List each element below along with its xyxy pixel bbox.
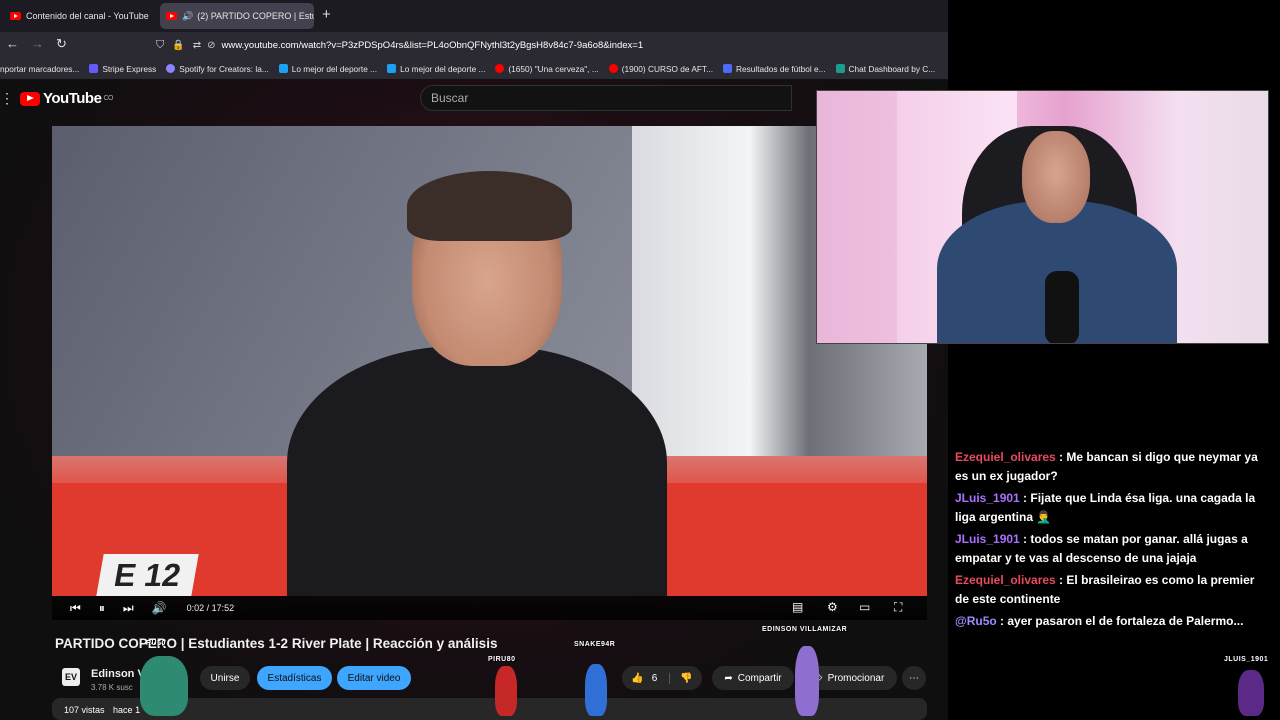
settings-gear-icon[interactable]: ⚙ bbox=[827, 600, 838, 614]
youtube-play-icon bbox=[20, 91, 40, 106]
bookmark-item[interactable]: nportar marcadores... bbox=[0, 64, 79, 74]
join-button[interactable]: Unirse bbox=[200, 666, 250, 690]
chat-message: Ezequiel_olivares : Me bancan si digo qu… bbox=[955, 450, 1258, 483]
tab-channel-content[interactable]: Contenido del canal - YouTube ✕ bbox=[4, 3, 156, 29]
chat-username: JLuis_1901 bbox=[955, 532, 1020, 546]
pause-icon[interactable]: ⏸ bbox=[99, 601, 105, 616]
stripe-icon bbox=[89, 64, 99, 73]
youtube-logo[interactable]: YouTube CO bbox=[20, 90, 113, 107]
channel-name[interactable]: Edinson V bbox=[91, 668, 145, 680]
edit-video-button[interactable]: Editar video bbox=[337, 666, 411, 690]
upload-time: hace 1 bbox=[113, 705, 141, 715]
stats-button[interactable]: Estadísticas bbox=[257, 666, 332, 690]
speaker-icon[interactable]: 🔊 bbox=[182, 11, 193, 22]
like-dislike-button[interactable]: 👍 6 👎 bbox=[622, 666, 702, 690]
theater-mode-icon[interactable]: ▭ bbox=[859, 600, 870, 614]
video-player[interactable]: E 12 bbox=[52, 126, 927, 596]
close-tab-icon[interactable]: ✕ bbox=[149, 10, 156, 23]
bookmarks-bar: nportar marcadores... Stripe Express Spo… bbox=[0, 58, 948, 80]
chat-message: Ezequiel_olivares : El brasileirao es co… bbox=[955, 573, 1255, 606]
chat-username: Ezequiel_olivares bbox=[955, 450, 1056, 464]
chat-username: Ezequiel_olivares bbox=[955, 573, 1056, 587]
channel-watermark: E 12 bbox=[96, 554, 199, 596]
browser-tab-bar: Contenido del canal - YouTube ✕ 🔊 (2) PA… bbox=[0, 0, 948, 32]
youtube-favicon-icon bbox=[608, 64, 618, 73]
chat-text: ayer pasaron el de fortaleza de Palermo.… bbox=[1007, 614, 1244, 628]
sprite-label: SNAKE94R bbox=[574, 641, 616, 648]
video-presenter-body bbox=[287, 346, 667, 596]
sprite-character-icon bbox=[1238, 670, 1264, 716]
bookmark-item[interactable]: Resultados de fútbol e... bbox=[723, 64, 826, 74]
bookmark-item[interactable]: Chat Dashboard by C... bbox=[835, 64, 935, 74]
microphone-icon bbox=[1045, 271, 1079, 343]
chat-message: @Ru5o : ayer pasaron el de fortaleza de … bbox=[955, 614, 1244, 628]
permissions-icon[interactable]: ⇄ bbox=[193, 40, 201, 51]
region-code: CO bbox=[103, 95, 113, 102]
chat-username: @Ru5o bbox=[955, 614, 997, 628]
sprite-label: EDINSON VILLAMIZAR bbox=[762, 626, 848, 633]
bookmark-item[interactable]: Spotify for Creators: la... bbox=[166, 64, 269, 74]
video-title: PARTIDO COPERO | Estudiantes 1-2 River P… bbox=[55, 636, 498, 651]
share-button[interactable]: ➦ Compartir bbox=[712, 666, 794, 690]
sports-site-icon bbox=[387, 64, 397, 73]
time-display: 0:02 / 17:52 bbox=[186, 603, 235, 613]
bookmark-item[interactable]: Stripe Express bbox=[89, 64, 156, 74]
youtube-favicon-icon bbox=[10, 12, 21, 20]
sprite-character-icon bbox=[495, 666, 517, 716]
chat-message: JLuis_1901 : todos se matan por ganar. a… bbox=[955, 532, 1248, 565]
bookmark-item[interactable]: (1650) "Una cerveza", ... bbox=[495, 64, 599, 74]
sprite-character-icon bbox=[140, 656, 188, 716]
sports-site-icon bbox=[278, 64, 288, 73]
view-count: 107 vistas bbox=[64, 705, 105, 715]
player-controls: ⏮ ⏸ ⏭ 🔊 0:02 / 17:52 ▤ ⚙ ▭ ⛶ bbox=[52, 596, 927, 620]
more-options-icon[interactable]: ⋯ bbox=[902, 666, 926, 690]
bookmark-item[interactable]: (1900) CURSO de AFT... bbox=[608, 64, 713, 74]
chat-messages: Ezequiel_olivares : Me bancan si digo qu… bbox=[955, 448, 1271, 634]
autoplay-blocked-icon[interactable]: ⊘ bbox=[207, 40, 215, 51]
youtube-page: ⋮ YouTube CO Buscar E 12 ⏮ ⏸ ⏭ 🔊 0:02 / … bbox=[0, 80, 948, 720]
shield-icon[interactable]: ⛉ bbox=[156, 39, 164, 52]
forward-arrow-icon[interactable]: → bbox=[31, 36, 44, 51]
reload-icon[interactable]: ↻ bbox=[56, 36, 67, 52]
channel-avatar[interactable]: EV bbox=[62, 668, 80, 686]
fullscreen-icon[interactable]: ⛶ bbox=[894, 600, 902, 615]
bookmark-item[interactable]: Lo mejor del deporte ... bbox=[278, 64, 377, 74]
tab-title: (2) PARTIDO COPERO | Estu bbox=[197, 11, 314, 21]
sprite-character-icon bbox=[795, 646, 819, 716]
sprite-character-icon bbox=[585, 664, 607, 716]
thumbs-up-icon[interactable]: 👍 bbox=[631, 673, 643, 684]
sprite-label: PIRU80 bbox=[488, 656, 516, 663]
sprite-label: RU50 bbox=[146, 640, 166, 647]
volume-icon[interactable]: 🔊 bbox=[152, 601, 167, 615]
subtitles-icon[interactable]: ▤ bbox=[792, 600, 803, 614]
channel-row: EV Edinson V 3.78 K susc Unirse Estadíst… bbox=[62, 666, 926, 696]
chat-message: JLuis_1901 : Fijate que Linda ésa liga. … bbox=[955, 491, 1256, 524]
previous-icon[interactable]: ⏮ bbox=[70, 601, 81, 616]
youtube-favicon-icon bbox=[166, 12, 177, 20]
chat-username: JLuis_1901 bbox=[955, 491, 1020, 505]
video-presenter-hair bbox=[407, 171, 572, 241]
url-bar[interactable]: ⛉ 🔒 ⇄ ⊘ www.youtube.com/watch?v=P3zPDSpO… bbox=[156, 34, 946, 56]
url-text[interactable]: www.youtube.com/watch?v=P3zPDSpO4rs&list… bbox=[221, 40, 643, 51]
next-icon[interactable]: ⏭ bbox=[123, 601, 134, 616]
share-arrow-icon: ➦ bbox=[724, 672, 733, 684]
webcam-feed bbox=[816, 90, 1269, 344]
search-input[interactable]: Buscar bbox=[420, 85, 792, 111]
subscriber-count: 3.78 K susc bbox=[91, 683, 133, 692]
lock-icon[interactable]: 🔒 bbox=[172, 40, 184, 51]
youtube-favicon-icon bbox=[495, 64, 505, 73]
spotify-creators-icon bbox=[166, 64, 176, 73]
tab-video[interactable]: 🔊 (2) PARTIDO COPERO | Estu ✕ bbox=[160, 3, 314, 29]
results-site-icon bbox=[723, 64, 733, 73]
bookmark-item[interactable]: Lo mejor del deporte ... bbox=[387, 64, 485, 74]
sprite-label: JLUIS_1901 bbox=[1224, 656, 1269, 663]
back-arrow-icon[interactable]: ← bbox=[6, 36, 19, 51]
new-tab-plus-icon[interactable]: + bbox=[322, 6, 331, 23]
like-count: 6 bbox=[651, 672, 658, 684]
hamburger-menu-icon[interactable]: ⋮ bbox=[0, 90, 14, 107]
webcam-streamer-face bbox=[1022, 131, 1090, 223]
chat-dashboard-icon bbox=[835, 64, 845, 73]
thumbs-down-icon[interactable]: 👎 bbox=[669, 672, 693, 684]
tab-title: Contenido del canal - YouTube bbox=[26, 11, 149, 21]
